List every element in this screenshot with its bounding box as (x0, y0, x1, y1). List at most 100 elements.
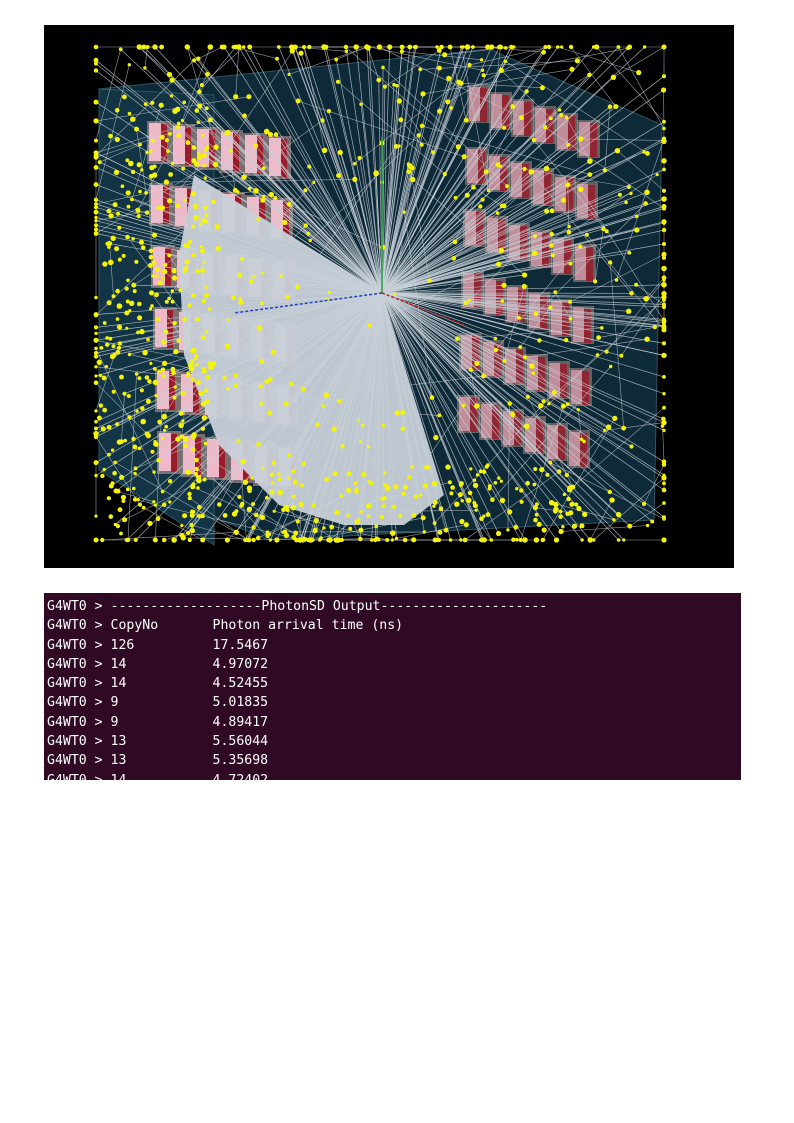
hit-point (366, 514, 371, 519)
terminal-output: G4WT0 > -------------------PhotonSD Outp… (44, 593, 741, 780)
hit-point (443, 527, 449, 533)
terminal-line: G4WT0 > 9 5.01835 (44, 693, 741, 712)
hit-point (155, 316, 160, 322)
hit-point (358, 536, 363, 542)
terminal-col2: Photon arrival time (ns) (212, 618, 404, 634)
hit-point (205, 106, 209, 111)
hit-point (381, 65, 385, 70)
hit-point (558, 514, 563, 519)
hit-point (390, 538, 394, 542)
hit-point (301, 536, 308, 542)
hit-point (498, 44, 503, 50)
hit-point (497, 476, 501, 480)
hit-point (567, 224, 571, 229)
hit-point (148, 254, 154, 260)
hit-point (176, 338, 181, 343)
hit-point (609, 497, 615, 503)
hit-point (616, 538, 621, 542)
hit-point (194, 362, 199, 367)
hit-point (402, 210, 406, 214)
hit-point (515, 537, 519, 542)
hit-point (376, 44, 383, 50)
hit-point (224, 343, 231, 350)
hit-point (662, 405, 666, 410)
hit-point (144, 191, 148, 195)
hit-point (502, 125, 507, 130)
terminal-prompt: G4WT0 > (47, 618, 111, 634)
hit-point (120, 184, 125, 188)
terminal-col1: -------------------PhotonSD Output------… (110, 599, 548, 614)
hit-point (587, 172, 593, 178)
hit-point (660, 424, 665, 428)
hit-point (510, 411, 516, 418)
hit-point (135, 409, 139, 413)
hit-point (474, 360, 480, 367)
hit-point (204, 285, 208, 289)
hit-point (142, 350, 148, 356)
hit-point (662, 74, 666, 79)
hit-point (518, 538, 523, 542)
hit-point (645, 523, 650, 528)
hit-point (137, 446, 142, 451)
hit-point (557, 108, 562, 112)
hit-point (183, 198, 188, 203)
hit-point (184, 259, 190, 265)
hit-point (285, 294, 290, 300)
hit-point (662, 45, 666, 49)
hit-point (185, 469, 192, 475)
hit-point (258, 401, 263, 406)
hit-point (565, 402, 570, 407)
hit-point (106, 424, 112, 430)
hit-point (93, 337, 99, 343)
hit-point (270, 472, 275, 477)
hit-point (295, 519, 300, 524)
hit-point (171, 268, 177, 274)
hit-point (326, 108, 332, 114)
hit-point (127, 415, 132, 420)
detector-side (161, 124, 167, 162)
hit-point (627, 44, 633, 50)
hit-point (518, 345, 523, 349)
hit-point (148, 307, 153, 311)
hit-point (644, 189, 650, 196)
hit-point (287, 476, 291, 480)
hit-point (617, 192, 622, 197)
hit-point (553, 501, 559, 508)
hit-point (387, 44, 393, 50)
hit-point (108, 213, 114, 219)
hit-point (254, 512, 259, 518)
hit-point (167, 254, 171, 258)
hit-point (578, 136, 584, 142)
hit-point (178, 288, 183, 293)
hit-point (522, 537, 528, 543)
hit-point (339, 494, 344, 498)
hit-point (662, 167, 666, 172)
hit-point (137, 315, 143, 321)
hit-point (161, 374, 166, 379)
hit-point (105, 336, 109, 340)
hit-point (279, 274, 283, 278)
hit-point (587, 158, 593, 164)
hit-point (543, 45, 548, 49)
hit-point (240, 458, 246, 465)
hit-point (94, 409, 98, 413)
hit-point (300, 386, 306, 392)
hit-point (152, 470, 156, 474)
hit-point (140, 168, 144, 172)
hit-point (433, 434, 439, 441)
hit-point (532, 234, 537, 239)
hit-point (312, 527, 318, 534)
hit-point (337, 149, 343, 155)
hit-point (634, 282, 639, 287)
hit-point (436, 48, 442, 53)
hit-point (607, 489, 612, 495)
hit-point (200, 513, 205, 519)
hit-point (604, 349, 609, 354)
hit-point (333, 537, 340, 543)
hit-point (236, 272, 243, 279)
hit-point (110, 481, 115, 486)
hit-point (194, 457, 199, 463)
hit-point (247, 186, 252, 191)
hit-point (465, 497, 472, 504)
hit-point (157, 280, 163, 286)
